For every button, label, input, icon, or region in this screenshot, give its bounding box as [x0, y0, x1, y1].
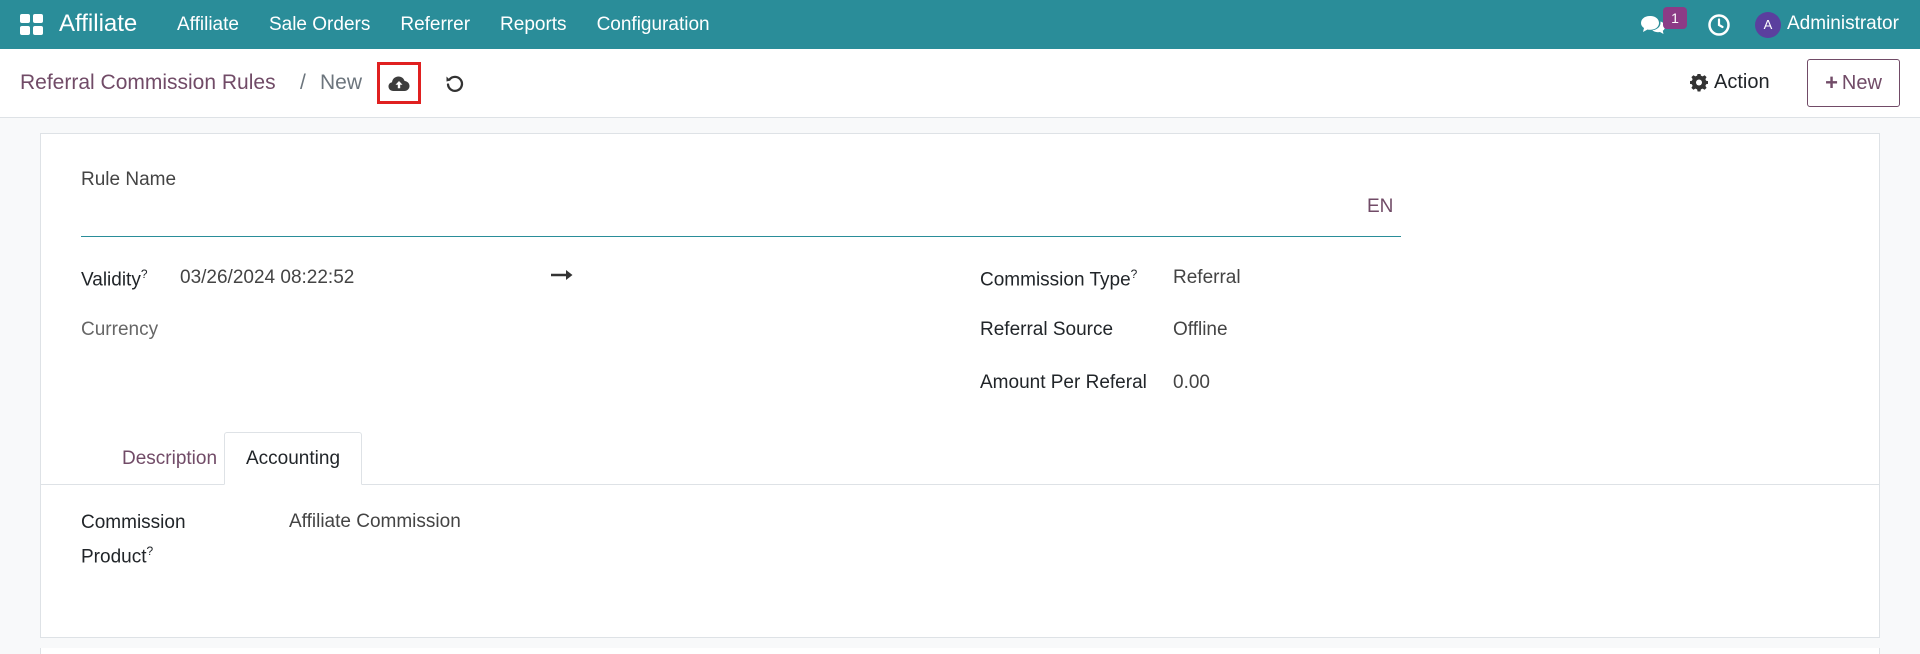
top-navbar: Affiliate Affiliate Sale Orders Referrer… [0, 0, 1920, 49]
user-name[interactable]: Administrator [1787, 13, 1899, 35]
commission-type-help[interactable]: ? [1131, 267, 1138, 281]
avatar[interactable]: A [1755, 12, 1781, 38]
sheet-bottom-edge [40, 648, 1880, 654]
clock-icon[interactable] [1707, 13, 1731, 37]
tab-accounting[interactable]: Accounting [224, 432, 363, 485]
undo-icon [446, 75, 464, 93]
rule-name-label: Rule Name [81, 169, 177, 190]
main-menu: Affiliate Sale Orders Referrer Reports C… [177, 0, 740, 49]
commission-product-field[interactable]: Affiliate Commission [289, 511, 461, 533]
app-name[interactable]: Affiliate [59, 10, 137, 38]
cloud-upload-icon [388, 76, 410, 91]
referral-source-field[interactable]: Offline [1173, 319, 1228, 341]
menu-item-referrer[interactable]: Referrer [400, 14, 470, 36]
validity-label: Validity? [81, 267, 148, 291]
commission-product-label-line1: Commission [81, 512, 186, 533]
tab-description[interactable]: Description [101, 432, 238, 485]
action-menu-button[interactable]: Action [1690, 71, 1770, 94]
gear-icon [1690, 73, 1708, 92]
message-count-badge: 1 [1663, 7, 1687, 29]
breadcrumb-current: New [320, 71, 363, 94]
breadcrumb-separator: / [300, 71, 306, 94]
commission-type-field[interactable]: Referral [1173, 267, 1241, 289]
discard-button[interactable] [440, 69, 470, 99]
commission-type-label-text: Commission Type [980, 269, 1131, 291]
amount-per-referral-field[interactable]: 0.00 [1173, 372, 1210, 394]
menu-item-affiliate[interactable]: Affiliate [177, 14, 239, 36]
language-button[interactable]: EN [1367, 196, 1393, 218]
breadcrumb-parent[interactable]: Referral Commission Rules [20, 71, 276, 95]
commission-type-label: Commission Type? [980, 267, 1137, 291]
currency-label: Currency [81, 319, 159, 340]
new-button-label: New [1841, 71, 1882, 94]
menu-item-reports[interactable]: Reports [500, 14, 567, 36]
amount-per-referral-label: Amount Per Referal [980, 372, 1147, 393]
rule-name-input[interactable] [81, 194, 1401, 237]
new-record-button[interactable]: + New [1807, 59, 1900, 107]
control-panel: Referral Commission Rules / New Action +… [0, 49, 1920, 118]
menu-item-sale-orders[interactable]: Sale Orders [269, 14, 370, 36]
arrow-right-icon [551, 270, 573, 280]
commission-product-label: Commission Product? [81, 508, 186, 571]
menu-item-configuration[interactable]: Configuration [597, 14, 710, 36]
referral-source-label: Referral Source [980, 319, 1114, 340]
commission-product-label-line2: Product [81, 546, 147, 568]
plus-icon: + [1825, 70, 1838, 95]
validity-start-field[interactable]: 03/26/2024 08:22:52 [180, 267, 354, 289]
commission-product-help[interactable]: ? [146, 544, 153, 558]
validity-help[interactable]: ? [141, 267, 148, 281]
action-label: Action [1714, 71, 1770, 93]
validity-label-text: Validity [81, 269, 141, 291]
apps-grid-icon[interactable] [20, 14, 44, 36]
form-sheet: Rule Name EN Validity? 03/26/2024 08:22:… [40, 133, 1880, 638]
save-button[interactable] [377, 62, 421, 104]
